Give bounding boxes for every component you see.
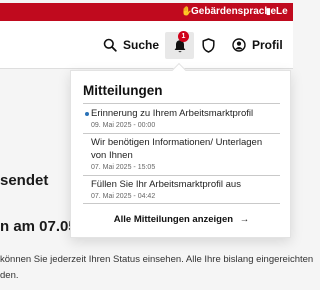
notification-date: 09. Mai 2025 - 00:00	[91, 122, 156, 129]
arrow-right-icon: →	[239, 214, 250, 225]
notification-item[interactable]: Füllen Sie Ihr Arbeitsmarktprofil aus 07…	[91, 178, 280, 202]
search-icon	[103, 38, 117, 52]
page-heading: sendet	[0, 172, 49, 189]
main-header: Suche 1 Profil	[0, 21, 293, 69]
easy-language-icon: ▮	[266, 6, 271, 16]
profile-label: Profil	[252, 38, 283, 52]
top-utility-bar: ✋Gebärdensprache ▮ Le	[0, 0, 293, 21]
notification-item[interactable]: Wir benötigen Informationen/ Unterlagen …	[91, 136, 280, 173]
notification-title: Erinnerung zu Ihrem Arbeitsmarktprofil	[91, 108, 254, 119]
user-icon	[232, 38, 246, 52]
divider	[83, 103, 280, 104]
notification-item[interactable]: Erinnerung zu Ihrem Arbeitsmarktprofil 0…	[85, 107, 280, 131]
page-body-line: den.	[0, 270, 19, 281]
easy-language-link[interactable]: ▮ Le	[266, 6, 288, 17]
easy-language-label: Le	[276, 6, 288, 17]
notification-title: Füllen Sie Ihr Arbeitsmarktprofil aus	[91, 179, 241, 190]
divider	[83, 175, 280, 176]
show-all-label: Alle Mitteilungen anzeigen	[113, 214, 234, 225]
profile-button[interactable]: Profil	[232, 21, 283, 69]
notification-title: Wir benötigen Informationen/ Unterlagen …	[91, 137, 263, 161]
notification-count-badge: 1	[178, 31, 189, 42]
notification-date: 07. Mai 2025 - 04:42	[91, 193, 156, 200]
privacy-button[interactable]	[202, 21, 215, 69]
page-body-line: können Sie jederzeit Ihren Status einseh…	[0, 254, 314, 265]
divider	[83, 133, 280, 134]
sign-language-icon: ✋	[181, 6, 193, 16]
unread-dot-icon	[85, 112, 89, 116]
sign-language-link[interactable]: ✋Gebärdensprache	[181, 6, 276, 17]
notification-date: 07. Mai 2025 - 15:05	[91, 164, 156, 171]
search-label: Suche	[123, 38, 160, 52]
search-button[interactable]: Suche	[103, 21, 159, 69]
notifications-button[interactable]: 1	[165, 31, 194, 59]
notifications-dropdown: Mitteilungen Erinnerung zu Ihrem Arbeits…	[70, 62, 292, 238]
show-all-notifications-link[interactable]: Alle Mitteilungen anzeigen →	[71, 214, 292, 225]
notifications-title: Mitteilungen	[83, 83, 163, 98]
sign-language-label: Gebärdensprache	[191, 6, 277, 17]
shield-icon	[202, 37, 215, 53]
divider	[83, 203, 280, 204]
